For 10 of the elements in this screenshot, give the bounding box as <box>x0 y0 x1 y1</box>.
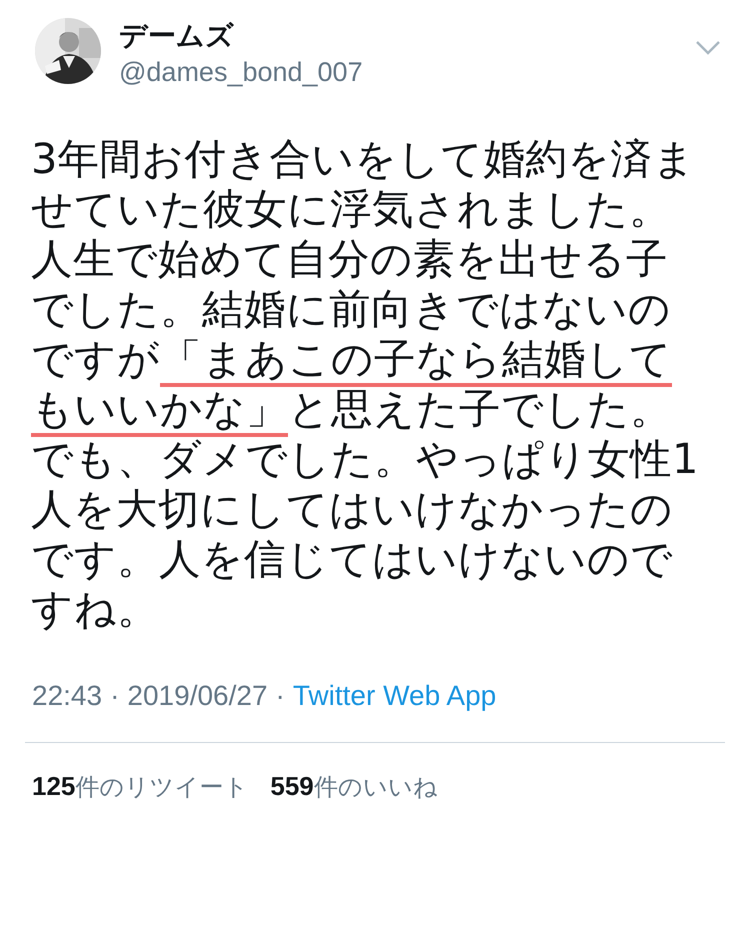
tweet-date: 2019/06/27 <box>127 680 268 712</box>
tweet-text: 3年間お付き合いをして婚約を済ませていた彼女に浮気されました。人生で始めて自分の素を出せる子でした。結婚に前向きではないのですが「まあこの子なら結婚してもいいかな」と思えた子でした。でも、ダメでした。やっぱり女性1人を大切にしてはいけなかったのです。人を信じてはいけないのですね。 <box>31 134 700 634</box>
tweet-time: 22:43 <box>32 680 102 712</box>
stat-count[interactable]: 125件のリツイート <box>32 771 248 803</box>
chevron-down-icon[interactable] <box>695 40 721 56</box>
author-handle[interactable]: @dames_bond_007 <box>119 54 695 90</box>
separator-dot: · <box>110 680 120 712</box>
separator-dot: · <box>276 680 285 712</box>
stat-count[interactable]: 559件のいいね <box>270 771 438 803</box>
author-name[interactable]: デームズ <box>119 18 695 54</box>
